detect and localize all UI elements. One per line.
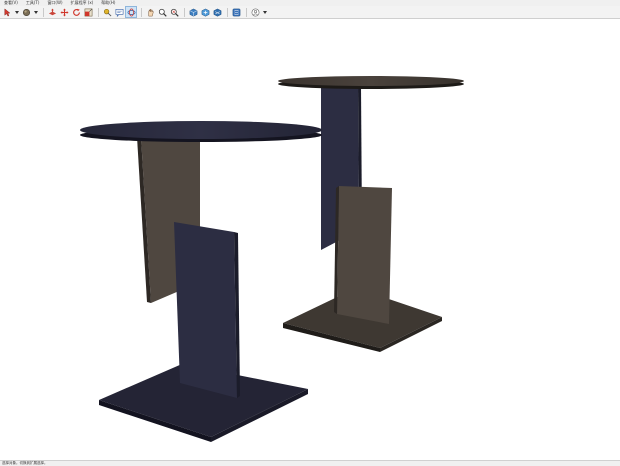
- tape-measure-icon: [103, 8, 111, 16]
- model-viewport[interactable]: [0, 19, 620, 460]
- 3d-warehouse-button[interactable]: [188, 7, 198, 17]
- orbit-icon: [127, 8, 135, 16]
- zoom-icon: [158, 8, 167, 17]
- push-pull-icon: [48, 8, 56, 15]
- tape-measure-button[interactable]: [102, 7, 112, 17]
- paint-bucket-button[interactable]: [21, 7, 31, 17]
- right-table-lower-panel[interactable]: [337, 186, 392, 324]
- paint-bucket-icon: [22, 8, 30, 16]
- extension-manager-button[interactable]: [231, 7, 241, 17]
- left-side-table[interactable]: [80, 121, 322, 442]
- extension-manager-icon: [232, 8, 240, 16]
- zoom-extents-icon: [170, 8, 179, 17]
- text-label-button[interactable]: [114, 7, 124, 17]
- extension-warehouse-icon: [201, 8, 209, 17]
- layout-button[interactable]: [212, 7, 222, 17]
- pan-button[interactable]: [145, 7, 155, 17]
- orbit-button[interactable]: [125, 6, 137, 18]
- move-icon: [59, 7, 69, 17]
- left-table-lower-panel[interactable]: [174, 222, 237, 398]
- zoom-button[interactable]: [157, 7, 167, 17]
- main-toolbar: [0, 6, 620, 19]
- rotate-icon: [72, 8, 80, 16]
- toolbar-separator: [98, 7, 99, 17]
- sketchup-window: 查看(V) 工具(T) 窗口(W) 扩展程序 (x) 帮助(H) 选择对象。切换…: [0, 0, 620, 466]
- select-tool-dropdown[interactable]: [14, 7, 19, 17]
- status-bar: 选择对象。切换到扩展选择。: [0, 460, 620, 466]
- text-label-icon: [115, 8, 123, 17]
- select-arrow-icon: [4, 7, 10, 16]
- warehouse-icon: [189, 8, 197, 17]
- rotate-button[interactable]: [71, 7, 81, 17]
- scale-icon: [84, 8, 92, 16]
- toolbar-separator: [227, 7, 228, 17]
- toolbar-separator: [246, 7, 247, 17]
- right-table-top[interactable]: [278, 76, 464, 86]
- move-button[interactable]: [59, 7, 69, 17]
- select-tool-button[interactable]: [2, 7, 12, 17]
- chevron-down-icon: [262, 10, 267, 14]
- toolbar-separator: [184, 7, 185, 17]
- pan-icon: [147, 8, 154, 16]
- scale-button[interactable]: [83, 7, 93, 17]
- account-dropdown[interactable]: [262, 7, 267, 17]
- chevron-down-icon: [33, 10, 38, 14]
- scene-canvas: [80, 76, 464, 442]
- chevron-down-icon: [14, 10, 19, 14]
- extension-warehouse-button[interactable]: [200, 7, 210, 17]
- zoom-extents-button[interactable]: [169, 7, 179, 17]
- left-table-top[interactable]: [80, 121, 322, 139]
- push-pull-button[interactable]: [47, 7, 57, 17]
- layout-icon: [213, 8, 221, 17]
- toolbar-separator: [43, 7, 44, 17]
- toolbar-separator: [141, 7, 142, 17]
- right-side-table[interactable]: [278, 76, 464, 352]
- paint-bucket-dropdown[interactable]: [33, 7, 38, 17]
- account-icon: [251, 8, 259, 16]
- account-button[interactable]: [250, 7, 260, 17]
